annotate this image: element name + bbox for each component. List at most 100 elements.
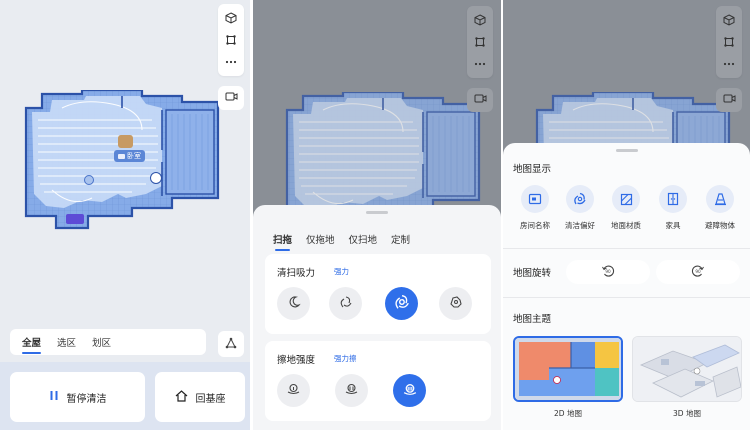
tab-sweep-mop[interactable]: 扫拖 xyxy=(273,232,292,251)
room-name-icon xyxy=(521,185,549,213)
room-label-chip[interactable]: 卧室 xyxy=(114,150,145,162)
suction-value: 强力 xyxy=(334,267,349,276)
robot-position-icon xyxy=(150,172,162,184)
option-label: 清洁偏好 xyxy=(565,221,595,230)
room-label: 卧室 xyxy=(127,152,141,160)
obstacle-icon xyxy=(706,185,734,213)
suction-strong-button[interactable] xyxy=(385,287,418,320)
camera-button[interactable] xyxy=(716,88,742,112)
option-furniture[interactable]: 家具 xyxy=(650,185,696,231)
camera-icon xyxy=(474,93,487,107)
pause-clean-button[interactable]: 暂停清洁 xyxy=(10,372,145,422)
quiet-moon-icon xyxy=(287,295,301,312)
strong-swirl-icon xyxy=(394,294,410,313)
camera-icon xyxy=(723,93,736,107)
area-tabs: 全屋 选区 划区 xyxy=(10,329,206,355)
option-clean-preference[interactable]: 清洁偏好 xyxy=(557,185,603,231)
option-label: 地面材质 xyxy=(611,221,641,230)
svg-text:90: 90 xyxy=(605,269,611,274)
cube-3d-icon[interactable] xyxy=(220,7,242,29)
suction-title: 清扫吸力 xyxy=(277,268,316,279)
crop-frame-icon[interactable] xyxy=(220,29,242,51)
tab-draw-zone[interactable]: 划区 xyxy=(92,335,111,349)
rotate-cw-button[interactable]: 90 xyxy=(656,260,740,284)
pause-icon xyxy=(49,390,59,404)
theme-2d-option[interactable] xyxy=(513,336,623,402)
tab-custom[interactable]: 定制 xyxy=(391,232,410,246)
option-label: 避障物体 xyxy=(705,221,735,230)
cube-3d-icon[interactable] xyxy=(718,9,740,31)
map-theme-title: 地图主题 xyxy=(513,314,552,325)
mode-tabs: 扫拖 仅拖地 仅扫地 定制 xyxy=(273,232,410,251)
mop-low-button[interactable] xyxy=(277,374,310,407)
rotate-cw-90-icon: 90 xyxy=(691,264,705,281)
divider xyxy=(503,297,750,298)
cube-3d-icon[interactable] xyxy=(469,9,491,31)
camera-icon xyxy=(225,91,238,105)
map-toolbar xyxy=(467,6,493,78)
option-obstacle[interactable]: 避障物体 xyxy=(697,185,743,231)
standard-swirl-icon xyxy=(339,295,353,312)
tab-select-area[interactable]: 选区 xyxy=(57,335,76,349)
furniture-icon xyxy=(659,185,687,213)
floor-map[interactable]: 卧室 xyxy=(22,90,222,230)
divider xyxy=(503,248,750,249)
mop-medium-button[interactable] xyxy=(335,374,368,407)
theme-2d-preview xyxy=(515,338,621,400)
return-dock-button[interactable]: 回基座 xyxy=(155,372,245,422)
suction-card: 清扫吸力 强力 xyxy=(265,254,491,334)
map-display-title: 地图显示 xyxy=(513,164,552,175)
more-dots-icon[interactable] xyxy=(718,53,740,75)
mop-medium-icon xyxy=(344,382,359,399)
robot-icon xyxy=(118,153,125,159)
map-toolbar xyxy=(218,4,244,76)
tab-whole-house[interactable]: 全屋 xyxy=(22,335,42,354)
mop-low-icon xyxy=(286,382,301,399)
svg-text:90: 90 xyxy=(695,269,701,274)
tab-mop-only[interactable]: 仅拖地 xyxy=(306,232,335,246)
mop-high-button[interactable] xyxy=(393,374,426,407)
rotate-ccw-button[interactable]: 90 xyxy=(566,260,650,284)
more-dots-icon[interactable] xyxy=(469,53,491,75)
sheet-handle[interactable] xyxy=(366,211,388,214)
map-toolbar xyxy=(716,6,742,78)
mop-value: 强力擦 xyxy=(334,354,357,363)
more-dots-icon[interactable] xyxy=(220,51,242,73)
theme-3d-preview xyxy=(633,337,741,401)
suction-standard-button[interactable] xyxy=(329,287,362,320)
mop-card: 擦地强度 强力擦 xyxy=(265,341,491,421)
room-marker[interactable] xyxy=(118,135,133,148)
crop-frame-icon[interactable] xyxy=(718,31,740,53)
mop-high-icon xyxy=(402,382,418,400)
map-settings-panel: 地图显示 房间名称 清洁偏好 地面材质 家具 避障物体 地图旋转 90 90 地… xyxy=(503,0,750,430)
zone-edit-button[interactable] xyxy=(218,331,244,357)
furniture-marker-1 xyxy=(84,175,94,185)
option-label: 房间名称 xyxy=(520,221,550,230)
tab-sweep-only[interactable]: 仅扫地 xyxy=(349,232,378,246)
max-swirl-icon xyxy=(449,295,463,312)
theme-2d-label: 2D 地图 xyxy=(554,409,582,418)
clean-mode-sheet: 扫拖 仅拖地 仅扫地 定制 清扫吸力 强力 擦地强度 强力擦 xyxy=(253,205,501,430)
dock-label: 回基座 xyxy=(195,393,226,405)
mop-title: 擦地强度 xyxy=(277,355,316,366)
suction-quiet-button[interactable] xyxy=(277,287,310,320)
zone-edit-icon xyxy=(224,336,238,353)
home-panel: 卧室 全屋 选区 划区 暂停清洁 回基座 xyxy=(0,0,250,430)
home-icon xyxy=(175,389,188,405)
suction-max-button[interactable] xyxy=(439,287,472,320)
crop-frame-icon[interactable] xyxy=(469,31,491,53)
pause-label: 暂停清洁 xyxy=(66,393,107,405)
floor-material-icon xyxy=(612,185,640,213)
clean-preference-icon xyxy=(566,185,594,213)
option-label: 家具 xyxy=(665,221,681,230)
cleaning-mode-panel: 扫拖 仅拖地 仅扫地 定制 清扫吸力 强力 擦地强度 强力擦 xyxy=(253,0,501,430)
camera-button[interactable] xyxy=(467,88,493,112)
rotate-ccw-90-icon: 90 xyxy=(601,264,615,281)
sheet-handle[interactable] xyxy=(615,149,638,152)
option-room-name[interactable]: 房间名称 xyxy=(512,185,558,231)
theme-3d-label: 3D 地图 xyxy=(673,409,701,418)
theme-3d-option[interactable] xyxy=(632,336,742,402)
option-floor-material[interactable]: 地面材质 xyxy=(603,185,649,231)
camera-button[interactable] xyxy=(218,86,244,110)
map-rotation-title: 地图旋转 xyxy=(513,268,552,279)
